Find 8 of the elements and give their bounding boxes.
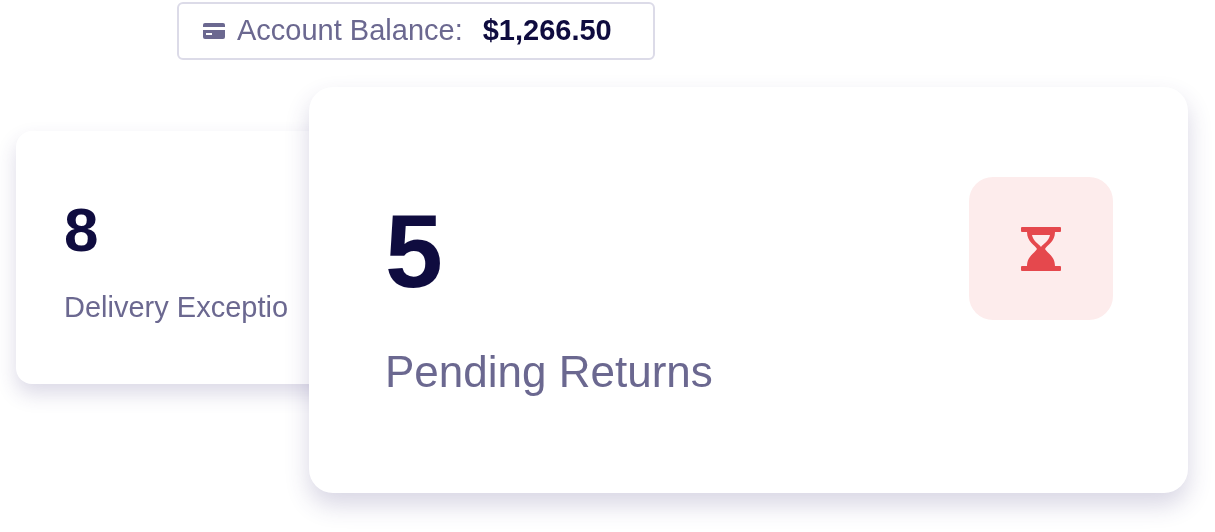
balance-label: Account Balance: [237, 13, 463, 49]
balance-value: $1,266.50 [482, 13, 612, 49]
stat-label: Delivery Exceptio [64, 293, 289, 322]
stat-value: 5 [385, 199, 443, 303]
stat-label: Pending Returns [385, 350, 713, 394]
stat-value: 8 [64, 199, 99, 261]
credit-card-icon [203, 23, 225, 39]
hourglass-icon [1021, 226, 1061, 271]
